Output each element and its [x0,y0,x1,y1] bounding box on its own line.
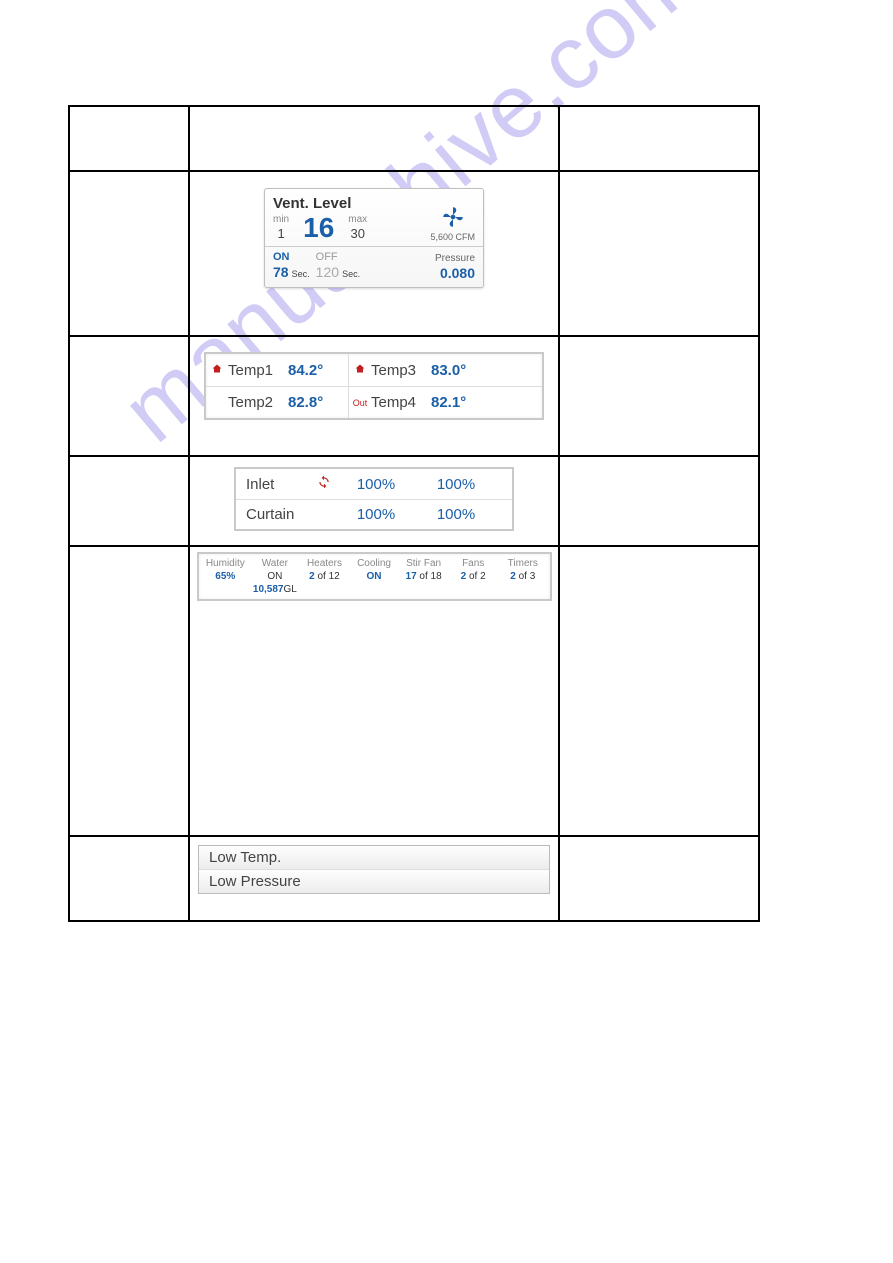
inlet-row: Inlet 100% 100% [236,469,512,499]
layout-table: Vent. Level min1 16 max30 [68,105,760,922]
vent-on: ON 78 Sec. [273,251,310,281]
house-icon [206,363,228,378]
status-heaters: Heaters 2 of 12 [302,557,348,596]
fan-icon [440,204,466,230]
out-tag: Out [349,398,371,408]
status-cooling: Cooling ON [351,557,397,596]
vent-level-value: 16 [303,214,334,242]
alarm-row: Low Temp. [199,846,549,869]
status-humidity: Humidity 65% [203,557,249,596]
vent-pressure: Pressure 0.080 [435,253,475,282]
curtain-row: Curtain 100% 100% [236,499,512,529]
alarm-row: Low Pressure [199,869,549,893]
temp-row-1: Temp1 84.2° Temp3 83.0° [206,354,542,386]
vent-cfm: 5,600 CFM [430,204,475,242]
status-fans: Fans 2 of 2 [450,557,496,596]
status-strip: Humidity 65% Water ON 10,587GL Heaters 2… [197,552,552,601]
alarm-card: Low Temp. Low Pressure [198,845,550,894]
house-icon [349,363,371,378]
status-water: Water ON 10,587GL [252,557,298,596]
vent-max: max30 [348,214,367,242]
temp-card: Temp1 84.2° Temp3 83.0° Temp2 82.8° Out … [204,352,544,420]
inlet-card: Inlet 100% 100% Curtain 100% 100% [234,467,514,531]
status-timers: Timers 2 of 3 [500,557,546,596]
vent-level-card: Vent. Level min1 16 max30 [264,188,484,288]
status-stirfan: Stir Fan 17 of 18 [401,557,447,596]
sync-icon [311,475,336,493]
vent-min: min1 [273,214,289,242]
temp-row-2: Temp2 82.8° Out Temp4 82.1° [206,386,542,418]
vent-off: OFF 120 Sec. [316,251,360,281]
